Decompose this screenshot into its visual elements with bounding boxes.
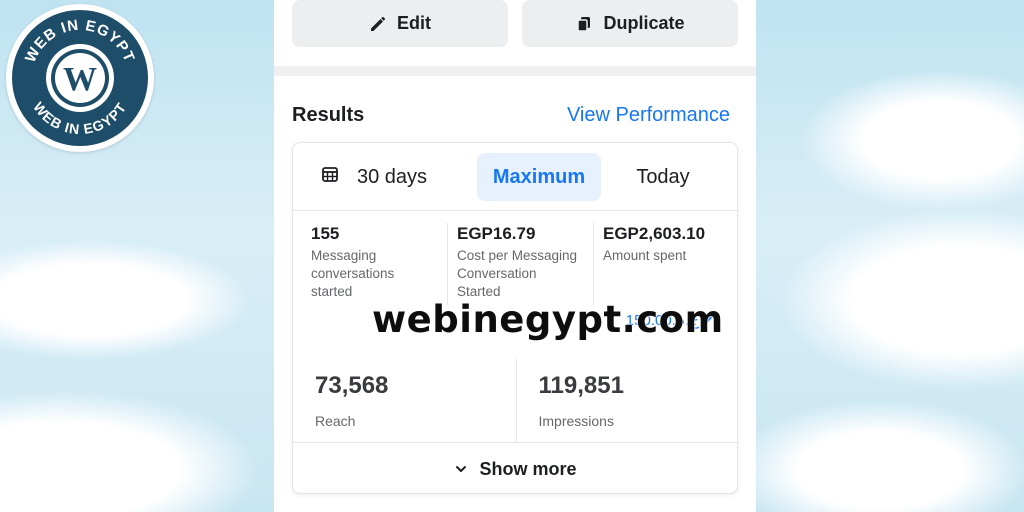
- date-range-selector: 30 days Maximum Today: [293, 143, 739, 211]
- show-more-button[interactable]: Show more: [293, 443, 739, 495]
- calendar-icon: [321, 165, 339, 189]
- range-option-today[interactable]: Today: [613, 153, 713, 201]
- range-label-30-days: 30 days: [357, 165, 428, 188]
- logo-emblem: WEB IN EGYPT WEB IN EGYPT W: [12, 10, 148, 146]
- range-option-30-days[interactable]: 30 days: [321, 153, 471, 201]
- duplicate-label: Duplicate: [603, 13, 685, 33]
- edit-button[interactable]: Edit: [292, 0, 508, 47]
- metric-value: EGP16.79: [457, 224, 536, 243]
- action-buttons: Edit Duplicate: [292, 0, 738, 47]
- metric-impressions[interactable]: 119,851 Impressions: [515, 359, 740, 442]
- reach-value: 73,568: [315, 372, 389, 399]
- metrics-row: 155 Messaging conversations started EGP1…: [293, 223, 739, 305]
- view-performance-link[interactable]: View Performance: [567, 104, 730, 127]
- ad-detail-panel: Edit Duplicate Results View Performance …: [274, 0, 756, 512]
- results-title: Results: [292, 104, 365, 126]
- pencil-icon: [369, 15, 387, 33]
- metric-label: Amount spent: [603, 248, 687, 263]
- section-divider: [274, 66, 756, 76]
- metric-value: 155: [311, 224, 340, 243]
- duplicate-button[interactable]: Duplicate: [522, 0, 738, 47]
- impressions-value: 119,851: [538, 372, 624, 399]
- range-option-maximum[interactable]: Maximum: [477, 153, 601, 201]
- metric-label: Cost per Messaging Conversation Started: [457, 248, 578, 299]
- copy-icon: [575, 15, 593, 33]
- watermark-text: webinegypt.com: [372, 298, 724, 341]
- metric-value: EGP2,603.10: [603, 224, 706, 243]
- metric-amount-spent[interactable]: EGP2,603.10 Amount spent: [593, 223, 739, 305]
- impressions-label: Impressions: [538, 413, 614, 429]
- metric-label: Messaging conversations started: [311, 248, 395, 299]
- reach-label: Reach: [315, 413, 356, 429]
- metric-cost-per-conversation[interactable]: EGP16.79 Cost per Messaging Conversation…: [447, 223, 593, 305]
- web-in-egypt-logo: WEB IN EGYPT WEB IN EGYPT W: [6, 4, 154, 152]
- edit-label: Edit: [397, 13, 431, 33]
- reach-impressions-row: 73,568 Reach 119,851 Impressions: [293, 359, 739, 443]
- chevron-down-icon: [455, 459, 467, 480]
- logo-letter: W: [63, 61, 97, 98]
- show-more-label: Show more: [479, 458, 577, 479]
- metric-reach[interactable]: 73,568 Reach: [293, 359, 516, 442]
- metric-messaging-conversations[interactable]: 155 Messaging conversations started: [293, 223, 447, 305]
